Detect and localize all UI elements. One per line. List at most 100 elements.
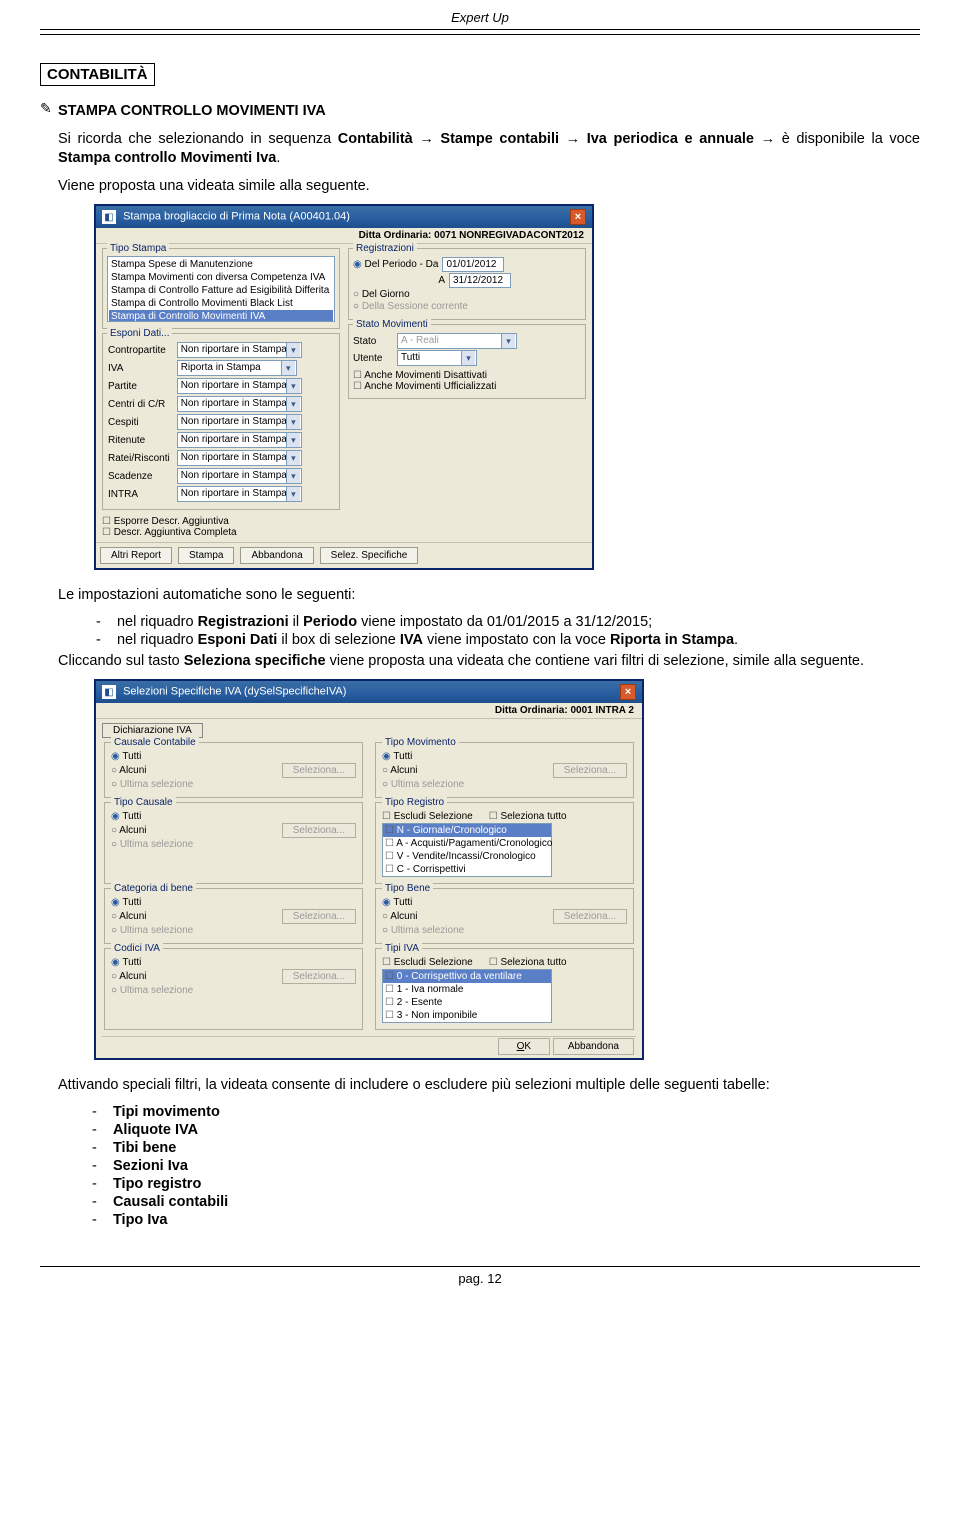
btn-seleziona[interactable]: Seleziona...	[282, 909, 356, 924]
radio-tutti[interactable]: Tutti	[111, 751, 141, 762]
chk-escludi[interactable]: Escludi Selezione	[382, 811, 473, 822]
grp-tipobene: Tipo Bene Tutti Alcuni Seleziona... Ulti…	[375, 888, 634, 944]
radio-alcuni[interactable]: Alcuni	[111, 971, 147, 982]
tables-list-item: - Tibi bene	[104, 1140, 920, 1156]
list-item[interactable]: C - Corrispettivi	[383, 863, 551, 876]
esponi-select[interactable]: Non riportare in Stampa	[177, 432, 302, 448]
select-stato[interactable]: A - Reali	[397, 333, 517, 349]
fig2-subtitle: Ditta Ordinaria: 0001 INTRA 2	[96, 703, 642, 719]
btn-ok[interactable]: OK	[498, 1038, 550, 1055]
list-item[interactable]: Stampa Spese di Manutenzione	[109, 258, 333, 271]
radio-ultima: Ultima selezione	[111, 925, 193, 936]
date-from[interactable]: 01/01/2012	[442, 257, 504, 272]
chk-seltutto[interactable]: Seleziona tutto	[489, 957, 567, 968]
tipo-stampa-list[interactable]: Stampa Spese di Manutenzione Stampa Movi…	[107, 256, 335, 322]
tipiiva-list[interactable]: 0 - Corrispettivo da ventilare 1 - Iva n…	[382, 969, 552, 1023]
chk-descr-agg-comp[interactable]: Descr. Aggiuntiva Completa	[102, 527, 340, 538]
list-item[interactable]: A - Acquisti/Pagamenti/Cronologico	[383, 837, 551, 850]
list-item[interactable]: 2 - Esente	[383, 996, 551, 1009]
list-item-selected[interactable]: N - Giornale/Cronologico	[383, 824, 551, 837]
grp-tipo-title: Tipo Stampa	[107, 243, 169, 254]
para-impostazioni: Le impostazioni automatiche sono le segu…	[58, 586, 920, 606]
btn-seleziona[interactable]: Seleziona...	[282, 969, 356, 984]
radio-periodo[interactable]: Del Periodo - Da	[353, 259, 438, 270]
esponi-label: Ratei/Risconti	[107, 449, 176, 467]
radio-sessione: Della Sessione corrente	[353, 301, 468, 312]
btn-abbandona[interactable]: Abbandona	[240, 547, 313, 564]
fig1-window: ◧ Stampa brogliaccio di Prima Nota (A004…	[94, 204, 594, 570]
list-item[interactable]: Stampa di Controllo Movimenti Black List	[109, 297, 333, 310]
grp-tipocausale-title: Tipo Causale	[111, 797, 176, 808]
btn-seleziona[interactable]: Seleziona...	[282, 763, 356, 778]
page-number: pag. 12	[458, 1271, 501, 1286]
close-icon[interactable]: ×	[570, 209, 586, 225]
radio-alcuni[interactable]: Alcuni	[382, 911, 418, 922]
fig2-titlebar[interactable]: ◧ Selezioni Specifiche IVA (dySelSpecifi…	[96, 681, 642, 703]
tables-list-item: - Causali contabili	[104, 1194, 920, 1210]
radio-tutti[interactable]: Tutti	[111, 811, 141, 822]
btn-seleziona[interactable]: Seleziona...	[553, 909, 627, 924]
para-intro-2: Viene proposta una videata simile alla s…	[58, 177, 920, 197]
list-item[interactable]: 3 - Non imponibile	[383, 1009, 551, 1022]
btn-abbandona[interactable]: Abbandona	[553, 1038, 634, 1055]
esponi-label: IVA	[107, 359, 176, 377]
btn-selez-specifiche[interactable]: Selez. Specifiche	[320, 547, 419, 564]
radio-giorno[interactable]: Del Giorno	[353, 289, 410, 300]
list-item[interactable]: V - Vendite/Incassi/Cronologico	[383, 850, 551, 863]
esponi-select[interactable]: Non riportare in Stampa	[177, 414, 302, 430]
btn-seleziona[interactable]: Seleziona...	[553, 763, 627, 778]
radio-tutti[interactable]: Tutti	[382, 897, 412, 908]
chk-mov-uffic[interactable]: Anche Movimenti Ufficializzati	[353, 381, 581, 392]
grp-tipi-iva: Tipi IVA Escludi Selezione Seleziona tut…	[375, 948, 634, 1030]
list-item-selected[interactable]: Stampa di Controllo Movimenti IVA	[109, 310, 333, 322]
esponi-select[interactable]: Non riportare in Stampa	[177, 342, 302, 358]
radio-tutti[interactable]: Tutti	[111, 957, 141, 968]
grp-esponi-title: Esponi Dati...	[107, 328, 172, 339]
chk-seltutto[interactable]: Seleziona tutto	[489, 811, 567, 822]
radio-tutti[interactable]: Tutti	[382, 751, 412, 762]
list-item[interactable]: Stampa di Controllo Fatture ad Esigibili…	[109, 284, 333, 297]
btn-seleziona[interactable]: Seleziona...	[282, 823, 356, 838]
chk-descr-agg[interactable]: Esporre Descr. Aggiuntiva	[102, 516, 340, 527]
label-utente: Utente	[353, 353, 393, 364]
grp-stato-title: Stato Movimenti	[353, 319, 431, 330]
page-footer: pag. 12	[40, 1266, 920, 1286]
esponi-select[interactable]: Non riportare in Stampa	[177, 468, 302, 484]
select-utente[interactable]: Tutti	[397, 350, 477, 366]
tables-list-item: - Tipo registro	[104, 1176, 920, 1192]
btn-stampa[interactable]: Stampa	[178, 547, 234, 564]
list-item[interactable]: Stampa Movimenti con diversa Competenza …	[109, 271, 333, 284]
grp-causale-title: Causale Contabile	[111, 737, 199, 748]
list-item[interactable]: 1 - Iva normale	[383, 983, 551, 996]
date-to[interactable]: 31/12/2012	[449, 273, 511, 288]
radio-alcuni[interactable]: Alcuni	[111, 911, 147, 922]
esponi-select[interactable]: Non riportare in Stampa	[177, 396, 302, 412]
fig1-titlebar[interactable]: ◧ Stampa brogliaccio di Prima Nota (A004…	[96, 206, 592, 228]
chk-mov-disatt[interactable]: Anche Movimenti Disattivati	[353, 370, 581, 381]
tables-list-item: - Tipo Iva	[104, 1212, 920, 1228]
page-header-title: Expert Up	[40, 0, 920, 30]
chk-escludi[interactable]: Escludi Selezione	[382, 957, 473, 968]
btn-altri-report[interactable]: Altri Report	[100, 547, 172, 564]
radio-ultima: Ultima selezione	[382, 925, 464, 936]
esponi-select[interactable]: Riporta in Stampa	[177, 360, 297, 376]
esponi-select[interactable]: Non riportare in Stampa	[177, 486, 302, 502]
radio-tutti[interactable]: Tutti	[111, 897, 141, 908]
hand-bullet-icon: ✎	[40, 98, 58, 1230]
esponi-label: Cespiti	[107, 413, 176, 431]
grp-codici-iva: Codici IVA Tutti Alcuni Seleziona... Ult…	[104, 948, 363, 1030]
radio-alcuni[interactable]: Alcuni	[111, 825, 147, 836]
radio-alcuni[interactable]: Alcuni	[111, 765, 147, 776]
list-item-selected[interactable]: 0 - Corrispettivo da ventilare	[383, 970, 551, 983]
para-attivando: Attivando speciali filtri, la videata co…	[58, 1076, 920, 1096]
radio-ultima: Ultima selezione	[111, 985, 193, 996]
label-A: A	[353, 275, 445, 286]
esponi-select[interactable]: Non riportare in Stampa	[177, 450, 302, 466]
tiporegistro-list[interactable]: N - Giornale/Cronologico A - Acquisti/Pa…	[382, 823, 552, 877]
esponi-select[interactable]: Non riportare in Stampa	[177, 378, 302, 394]
grp-catbene: Categoria di bene Tutti Alcuni Seleziona…	[104, 888, 363, 944]
section-title: CONTABILITÀ	[40, 63, 155, 86]
esponi-label: Partite	[107, 377, 176, 395]
close-icon[interactable]: ×	[620, 684, 636, 700]
radio-alcuni[interactable]: Alcuni	[382, 765, 418, 776]
